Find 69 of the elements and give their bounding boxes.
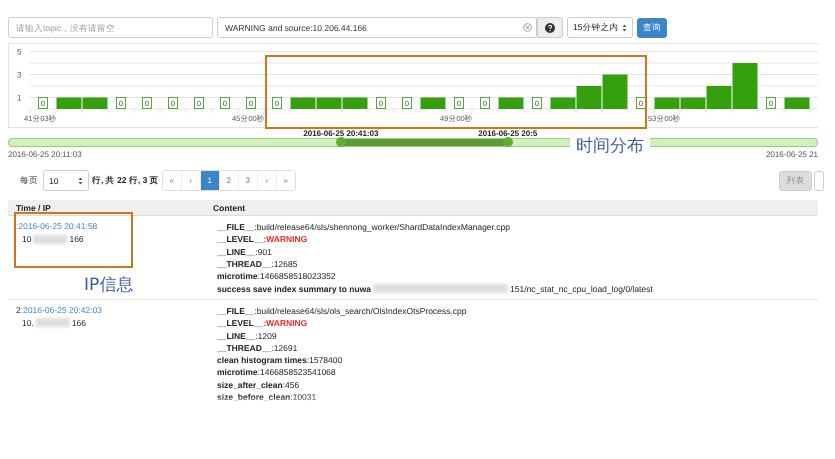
histogram-bar[interactable] [732,63,758,109]
axis-label: 5 [17,48,22,56]
page-link[interactable]: 2 [218,171,238,190]
log-field: microtime:1466858518023352 [217,271,336,282]
clear-icon[interactable] [523,23,532,32]
histogram-bar[interactable] [56,98,82,109]
page-link[interactable]: » [276,171,295,190]
help-icon [545,22,555,32]
log-field: __LINE__:901 [217,246,272,257]
page-link[interactable]: « [162,171,181,190]
updown-icon [622,24,627,32]
page-link[interactable]: 1 [200,171,219,190]
log-field: __LEVEL__:WARNING [217,234,308,244]
log-field: __THREAD__:12685 [217,259,298,270]
histogram-bar[interactable] [576,86,602,109]
log-field: __FILE__:build/release64/sls/shennong_worker/ShardDataIndexManager.cpp [217,222,510,232]
log-time[interactable]: :2016-06-25 20:41:58 [16,221,213,231]
query-field[interactable]: WARNING and source:10.206.44.166 [217,17,537,38]
histogram-bar[interactable] [550,98,576,109]
help-button[interactable] [537,17,563,38]
log-field-key: success save index summary to nuwa [217,284,372,294]
redacted-block [33,234,68,244]
histogram-bar[interactable] [602,74,628,109]
column-header: Time / IP [15,202,52,212]
ip-text: 10 [22,234,32,244]
log-field: microtime:1466858523541068 [217,367,336,378]
page-link[interactable]: › [256,171,276,190]
redacted-block [36,318,70,328]
handle-time-label: 2016-06-25 20:5 [478,129,538,138]
per-page-label: 每页 [20,174,38,186]
column-header: Content [213,202,246,212]
log-field: clean histogram times:1578400 [217,355,342,366]
histogram-bar[interactable] [654,98,680,109]
histogram-bar[interactable] [342,98,368,109]
topic-field[interactable]: 请输入topic，没有请留空 [8,17,213,38]
ip-text: 10. [22,318,34,328]
histogram-bar[interactable] [316,98,342,109]
range-end-label: 2016-06-25 21 [766,150,818,159]
histogram-bar[interactable] [290,98,316,109]
histogram-bar[interactable] [498,98,524,109]
histogram-bar[interactable] [784,98,810,109]
histogram-bar[interactable] [420,98,446,109]
range-start-label: 2016-06-25 20:11:03 [8,150,82,159]
per-page-select[interactable]: 10 [43,170,89,191]
slider-handle[interactable] [502,137,513,147]
log-field: size_before_clean:10031 [217,392,316,402]
page-summary: 行, 共 22 行, 3 页 [92,174,159,186]
log-field: __FILE__:build/release64/sls/ols_search/OlsIndexOtsProcess.cpp [217,306,466,316]
list-view-button[interactable]: 列表 [779,170,812,190]
log-field: __LEVEL__:WARNING [217,318,308,328]
log-field: __LINE__:1209 [217,330,277,341]
histogram-bar[interactable] [680,98,706,109]
view-button[interactable] [814,170,824,190]
ip-text: 166 [69,234,84,244]
page-link[interactable]: 3 [238,171,257,190]
handle-time-label: 2016-06-25 20:41:03 [303,129,378,138]
histogram-bar[interactable] [82,98,108,109]
ip-text: 166 [72,318,86,328]
slider-handle[interactable] [336,137,346,147]
log-time[interactable]: 2:2016-06-25 20:42:03 [16,304,213,315]
time-range-select[interactable]: 15分钟之内 [567,17,633,38]
log-field: size_after_clean:456 [217,380,300,390]
search-button[interactable]: 查询 [637,18,667,38]
axis-label: 1 [17,94,22,102]
axis-label: 3 [17,70,22,80]
log-field: __THREAD__:12691 [217,342,298,353]
log-field-value: 151/nc_stat_nc_cpu_load_log/0/latest [510,284,653,294]
histogram-bar[interactable] [706,86,732,109]
updown-icon [78,176,83,184]
